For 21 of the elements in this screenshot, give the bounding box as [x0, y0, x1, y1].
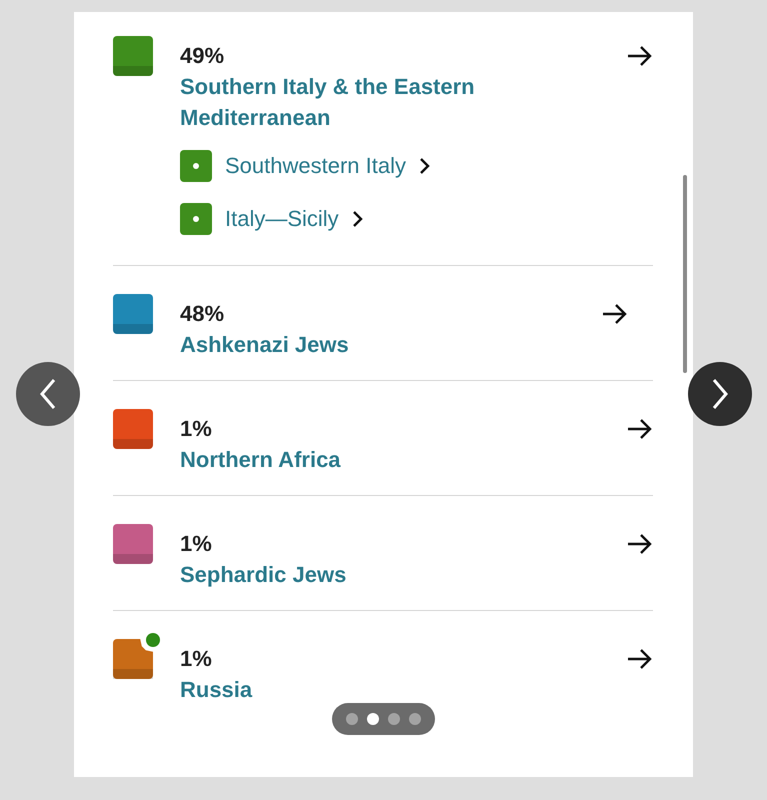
percentage: 1%: [180, 645, 212, 673]
percentage: 48%: [180, 300, 224, 328]
region-link[interactable]: Russia: [180, 674, 520, 705]
percentage: 49%: [180, 42, 224, 70]
arrow-right-icon[interactable]: [627, 45, 653, 67]
subregion-link[interactable]: Southwestern Italy: [180, 150, 431, 182]
percentage: 1%: [180, 530, 212, 558]
chevron-right-icon: [418, 157, 431, 175]
chevron-right-icon: [711, 378, 729, 410]
percentage: 1%: [180, 415, 212, 443]
arrow-right-icon[interactable]: [627, 533, 653, 555]
region-link[interactable]: Sephardic Jews: [180, 559, 520, 590]
arrow-right-icon[interactable]: [627, 418, 653, 440]
chevron-right-icon: [352, 210, 364, 228]
region-link[interactable]: Southern Italy & the Eastern Mediterranean: [180, 71, 520, 133]
region-link[interactable]: Northern Africa: [180, 444, 520, 475]
arrow-right-icon[interactable]: [602, 303, 628, 325]
region-link[interactable]: Ashkenazi Jews: [180, 329, 520, 360]
chevron-left-icon: [39, 378, 57, 410]
arrow-right-icon[interactable]: [627, 648, 653, 670]
subregion-link[interactable]: Italy—Sicily: [180, 203, 364, 235]
